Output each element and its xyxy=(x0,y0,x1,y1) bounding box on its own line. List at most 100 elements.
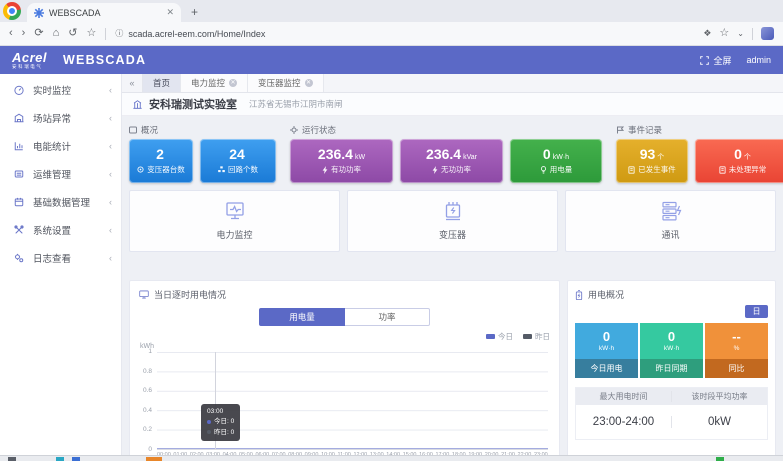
sidebar-item-log-view[interactable]: 日志查看‹ xyxy=(0,244,121,272)
tools-icon xyxy=(13,224,25,236)
chart-area[interactable]: kWh 10.80.60.40.20 03:00 今日: 0 昨日: 0 xyxy=(139,352,550,450)
chart-monitor-icon xyxy=(139,290,149,299)
toolbar-divider xyxy=(752,28,753,40)
group-label: 运行状态 xyxy=(290,123,602,136)
tab-close-icon[interactable]: ✕ xyxy=(166,7,174,18)
toolbar-right: ❖ ☆ ⌄ xyxy=(703,27,774,40)
stat-group-event-record: 事件记录 93个 已发生事件 0个 未处理异常 xyxy=(616,123,783,183)
chevron-left-icon: ‹ xyxy=(109,113,112,123)
sidebar-item-ops-management[interactable]: 运维管理‹ xyxy=(0,160,121,188)
tab-home[interactable]: 首页 xyxy=(143,74,181,92)
calendar-icon xyxy=(13,196,25,208)
tooltip-time: 03:00 xyxy=(207,407,234,417)
sidebar-item-system-settings[interactable]: 系统设置‹ xyxy=(0,216,121,244)
taskbar-icon[interactable] xyxy=(56,457,64,461)
new-tab-button[interactable]: + xyxy=(191,6,198,18)
battery-icon xyxy=(575,290,583,300)
browser-tab[interactable]: WEBSCADA ✕ xyxy=(27,3,181,22)
stat-card-active-power[interactable]: 236.4kW 有功功率 xyxy=(290,139,393,183)
forward-icon[interactable]: › xyxy=(22,28,26,39)
chevron-down-icon[interactable]: ⌄ xyxy=(737,30,744,38)
gears-icon xyxy=(13,252,25,264)
logo-text: Acrel xyxy=(12,51,47,64)
station-alert-icon xyxy=(13,112,25,124)
screen: WEBSCADA ✕ + ‹ › ⟳ ⌂ ↺ ☆ ⓘ scada.acrel-e… xyxy=(0,0,783,461)
extension-icon[interactable]: ❖ xyxy=(703,29,711,38)
chart-legend: 今日 昨日 xyxy=(139,331,550,342)
star-icon[interactable]: ☆ xyxy=(719,28,729,39)
fullscreen-button[interactable]: 全屏 xyxy=(700,54,731,67)
running-status-icon xyxy=(290,126,298,134)
sidebar-item-energy-statistics[interactable]: 电能统计‹ xyxy=(0,132,121,160)
usage-card-yesterday[interactable]: 0kW·h 昨日同期 xyxy=(640,323,703,378)
overview-icon xyxy=(129,126,137,134)
station-title-row: 安科瑞测试实验室 江苏省无锡市江阴市南闸 xyxy=(122,93,783,116)
stat-card-circuit-count[interactable]: 24 回路个数 xyxy=(200,139,276,183)
usage-table-row: 23:00-24:00 0kW xyxy=(576,405,767,439)
stat-card-unhandled-abnormal[interactable]: 0个 未处理异常 xyxy=(695,139,783,183)
chevron-left-icon: ‹ xyxy=(109,225,112,235)
nav-card-power-monitoring[interactable]: 电力监控 xyxy=(129,190,340,252)
bookmark-star-icon[interactable]: ☆ xyxy=(86,28,96,39)
usage-card-yoy[interactable]: --% 同比 xyxy=(705,323,768,378)
home-icon[interactable]: ⌂ xyxy=(53,28,60,39)
username[interactable]: admin xyxy=(746,55,771,65)
close-tab-icon[interactable]: ✕ xyxy=(229,79,237,87)
sidebar-item-station-abnormal[interactable]: 场站异常‹ xyxy=(0,104,121,132)
taskbar-icon[interactable] xyxy=(716,457,724,461)
fullscreen-icon xyxy=(700,56,709,65)
taskbar-icon[interactable] xyxy=(8,457,16,461)
taskbar-icon[interactable] xyxy=(72,457,80,461)
tab-transformer-monitoring[interactable]: 变压器监控✕ xyxy=(248,74,324,92)
power-monitor-icon xyxy=(222,201,248,223)
usage-cards: 0kW·h 今日用电 0kW·h 昨日同期 --% 同比 xyxy=(575,323,768,378)
legend-yesterday[interactable]: 昨日 xyxy=(523,331,550,342)
stat-card-reactive-power[interactable]: 236.4kVar 无功功率 xyxy=(400,139,503,183)
back-icon[interactable]: ‹ xyxy=(9,28,13,39)
gauge-icon xyxy=(13,84,25,96)
profile-avatar[interactable] xyxy=(761,27,774,40)
windows-taskbar xyxy=(0,455,783,461)
period-selector: 日 xyxy=(575,305,768,318)
circuit-icon xyxy=(218,166,225,173)
period-day-button[interactable]: 日 xyxy=(745,305,768,318)
station-name: 安科瑞测试实验室 xyxy=(149,96,237,112)
stat-group-running-status: 运行状态 236.4kW 有功功率 236.4kVar 无功功率 xyxy=(290,123,602,183)
tab-power-monitoring[interactable]: 电力监控✕ xyxy=(181,74,248,92)
logo-subtext: 安科瑞电气 xyxy=(12,65,47,70)
chrome-logo-icon[interactable] xyxy=(3,2,21,20)
sidebar-item-basic-data[interactable]: 基础数据管理‹ xyxy=(0,188,121,216)
tooltip-row: 今日: 0 xyxy=(207,417,234,427)
nav-card-communication[interactable]: 通讯 xyxy=(565,190,776,252)
stat-card-transformer-count[interactable]: 2 变压器台数 xyxy=(129,139,193,183)
station-address: 江苏省无锡市江阴市南闸 xyxy=(249,98,343,110)
legend-today[interactable]: 今日 xyxy=(486,331,513,342)
usage-table: 最大用电时间 该时段平均功率 23:00-24:00 0kW xyxy=(575,387,768,440)
site-info-icon[interactable]: ⓘ xyxy=(115,28,123,39)
address-bar[interactable]: ⓘ scada.acrel-eem.com/Home/Index xyxy=(115,28,265,39)
usage-card-today[interactable]: 0kW·h 今日用电 xyxy=(575,323,638,378)
sidebar-item-realtime-monitoring[interactable]: 实时监控‹ xyxy=(0,76,121,104)
bolt-icon xyxy=(322,166,328,174)
toggle-power-button[interactable]: 功率 xyxy=(345,308,430,326)
usage-overview-panel: 用电概况 日 0kW·h 今日用电 0kW·h 昨 xyxy=(567,280,776,461)
hourly-usage-panel: 当日逐时用电情况 用电量 功率 今日 昨日 kWh 10.80.60.40. xyxy=(129,280,560,461)
communication-icon xyxy=(658,201,684,223)
collapse-tabs-icon[interactable]: « xyxy=(122,74,143,92)
close-tab-icon[interactable]: ✕ xyxy=(305,79,313,87)
bottom-row: 当日逐时用电情况 用电量 功率 今日 昨日 kWh 10.80.60.40. xyxy=(129,280,776,461)
group-label: 概况 xyxy=(129,123,276,136)
reload-icon[interactable]: ⟳ xyxy=(34,28,43,39)
chevron-left-icon: ‹ xyxy=(109,141,112,151)
stat-card-events-occurred[interactable]: 93个 已发生事件 xyxy=(616,139,688,183)
acrel-logo: Acrel 安科瑞电气 xyxy=(12,51,47,70)
url-text: scada.acrel-eem.com/Home/Index xyxy=(128,29,265,39)
stat-card-energy-used[interactable]: 0kW·h 用电量 xyxy=(510,139,602,183)
chevron-left-icon: ‹ xyxy=(109,253,112,263)
history-icon[interactable]: ↺ xyxy=(68,28,77,39)
taskbar-icon-active[interactable] xyxy=(146,457,162,461)
toolbar-divider xyxy=(105,28,106,40)
nav-card-transformer[interactable]: 变压器 xyxy=(347,190,558,252)
main-area: « 首页 电力监控✕ 变压器监控✕ 安科瑞测试实验室 江苏省无锡市江阴市南闸 概… xyxy=(122,74,783,461)
toggle-energy-button[interactable]: 用电量 xyxy=(259,308,345,326)
